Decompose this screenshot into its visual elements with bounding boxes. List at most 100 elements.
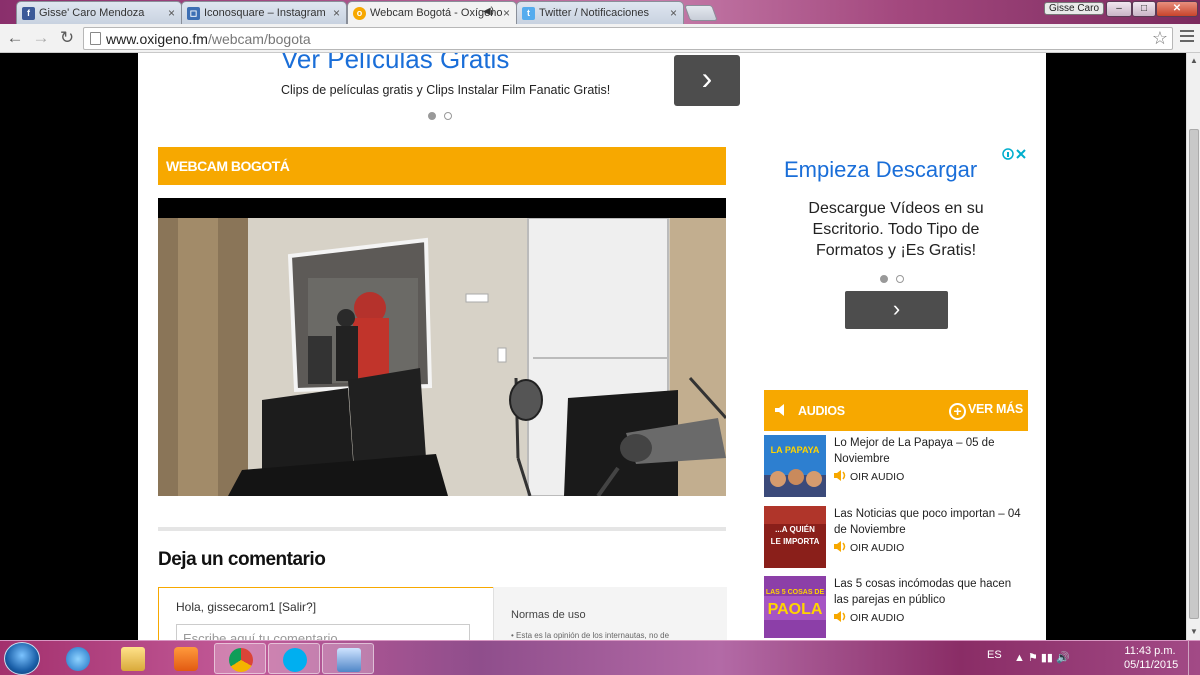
bookmark-star-icon[interactable]: ☆ — [1152, 28, 1168, 49]
audio-title[interactable]: Las Noticias que poco importan – 04 de N… — [834, 506, 1028, 538]
tab-label: Iconosquare – Instagram — [204, 7, 326, 19]
right-ad-pager — [880, 270, 912, 283]
internet-explorer-icon — [66, 647, 90, 671]
maximize-button[interactable]: □ — [1132, 1, 1156, 17]
title-bar: f Gisse' Caro Mendoza × ◻ Iconosquare – … — [0, 0, 1200, 25]
audios-title: AUDIOS — [798, 404, 845, 418]
audio-title[interactable]: Las 5 cosas incómodas que hacen las pare… — [834, 576, 1028, 608]
network-monitor-icon — [337, 648, 361, 672]
audio-item[interactable]: ...A QUIÉN LE IMPORTA Las Noticias que p… — [764, 506, 1028, 568]
svg-text:LA PAPAYA: LA PAPAYA — [771, 445, 820, 455]
top-ad-title[interactable]: Ver Películas Gratis — [281, 53, 509, 75]
speaker-icon: ◀) — [482, 6, 494, 17]
close-tab-icon[interactable]: × — [333, 6, 340, 20]
new-tab-button[interactable] — [684, 5, 718, 21]
start-button[interactable] — [4, 642, 40, 675]
audio-item[interactable]: LA PAPAYA Lo Mejor de La Papaya – 05 de … — [764, 435, 1028, 497]
ad-choices-icon[interactable] — [1002, 147, 1028, 160]
oxigeno-icon: o — [353, 7, 366, 20]
comment-form: Hola, gissecarom1 [Salir?] Escribe aquí … — [158, 587, 727, 640]
media-player-icon — [174, 647, 198, 671]
audio-item[interactable]: LAS 5 COSAS DE PAOLA Las 5 cosas incómod… — [764, 576, 1028, 638]
right-ad-body[interactable]: Descargue Vídeos en su Escritorio. Todo … — [784, 198, 1008, 261]
audio-thumbnail[interactable]: ...A QUIÉN LE IMPORTA — [764, 506, 826, 568]
webcam-video-frame — [158, 217, 726, 496]
webcam-title: WEBCAM BOGOTÁ — [166, 158, 290, 174]
reload-icon[interactable]: ↻ — [56, 28, 78, 50]
right-ad-next-button[interactable]: › — [845, 291, 948, 329]
pager-dot[interactable] — [444, 112, 452, 120]
pager-dot[interactable] — [880, 275, 888, 283]
view-more-label: VER MÁS — [968, 402, 1023, 416]
section-divider — [158, 527, 726, 531]
listen-audio-link[interactable]: OIR AUDIO — [834, 470, 904, 483]
close-tab-icon[interactable]: × — [168, 6, 175, 20]
svg-text:...A QUIÉN: ...A QUIÉN — [775, 525, 815, 534]
tab-webcam-bogota[interactable]: o Webcam Bogotá - Oxígeno ◀) × — [347, 1, 517, 25]
internet-explorer-taskbar-item[interactable] — [52, 643, 104, 674]
skype-icon — [283, 648, 307, 672]
pager-dot[interactable] — [428, 112, 436, 120]
comment-greeting[interactable]: Hola, gissecarom1 [Salir?] — [176, 600, 316, 614]
folder-icon — [121, 647, 145, 671]
speaker-icon — [834, 470, 848, 481]
top-ad-pager — [428, 107, 460, 120]
page-icon — [90, 32, 101, 45]
address-bar[interactable]: www.oxigeno.fm/webcam/bogota ☆ — [83, 27, 1173, 50]
close-window-button[interactable]: ✕ — [1156, 1, 1198, 17]
language-indicator[interactable]: ES — [987, 649, 1002, 661]
file-explorer-taskbar-item[interactable] — [107, 643, 159, 674]
speaker-icon — [834, 611, 848, 622]
system-tray-icons[interactable]: ▲ ⚑ ▮▮ 🔊 — [1014, 651, 1070, 664]
browser-toolbar: ← → ↻ www.oxigeno.fm/webcam/bogota ☆ — [0, 24, 1200, 53]
page-viewport: Ver Películas Gratis Clips de películas … — [0, 53, 1186, 640]
media-player-taskbar-item[interactable] — [160, 643, 212, 674]
windows-taskbar: ES ▲ ⚑ ▮▮ 🔊 11:43 p.m. 05/11/2015 — [0, 640, 1200, 675]
chrome-menu-icon[interactable] — [1180, 30, 1194, 44]
webcam-video-player[interactable] — [158, 198, 726, 496]
twitter-icon: t — [522, 7, 535, 20]
top-ad-subtitle[interactable]: Clips de películas gratis y Clips Instal… — [281, 83, 610, 97]
comment-input[interactable]: Escribe aquí tu comentario — [176, 624, 470, 640]
tab-iconosquare[interactable]: ◻ Iconosquare – Instagram × — [181, 1, 347, 24]
svg-text:LAS 5 COSAS DE: LAS 5 COSAS DE — [766, 589, 825, 596]
url-text[interactable]: www.oxigeno.fm/webcam/bogota — [106, 31, 311, 47]
vertical-scrollbar[interactable]: ▲ ▼ — [1186, 53, 1200, 640]
profile-badge[interactable]: Gisse Caro — [1044, 2, 1105, 15]
top-ad-next-button[interactable]: › — [674, 55, 740, 106]
forward-arrow-icon[interactable]: → — [30, 28, 52, 50]
iconosquare-icon: ◻ — [187, 7, 200, 20]
close-tab-icon[interactable]: × — [503, 6, 510, 20]
clock-date[interactable]: 05/11/2015 — [1124, 659, 1178, 671]
clock-time[interactable]: 11:43 p.m. — [1124, 645, 1176, 657]
skype-taskbar-item[interactable] — [268, 643, 320, 674]
studio-scene-image — [158, 217, 726, 496]
audio-thumbnail[interactable]: LA PAPAYA — [764, 435, 826, 497]
audio-title[interactable]: Lo Mejor de La Papaya – 05 de Noviembre — [834, 435, 1028, 467]
scrollbar-thumb[interactable] — [1189, 129, 1199, 619]
svg-text:LE IMPORTA: LE IMPORTA — [771, 537, 820, 546]
audio-thumbnail[interactable]: LAS 5 COSAS DE PAOLA — [764, 576, 826, 638]
scroll-up-icon[interactable]: ▲ — [1189, 56, 1199, 66]
usage-rules-panel: Normas de uso • Esta es la opinión de lo… — [493, 587, 727, 640]
plus-circle-icon: + — [949, 403, 966, 420]
chrome-taskbar-item[interactable] — [214, 643, 266, 674]
show-desktop-button[interactable] — [1188, 641, 1200, 675]
tab-label: Twitter / Notificaciones — [539, 7, 650, 19]
page-content: Ver Películas Gratis Clips de películas … — [138, 53, 1046, 640]
close-tab-icon[interactable]: × — [670, 6, 677, 20]
listen-audio-link[interactable]: OIR AUDIO — [834, 541, 904, 554]
tab-facebook[interactable]: f Gisse' Caro Mendoza × — [16, 1, 182, 24]
back-arrow-icon[interactable]: ← — [4, 28, 26, 50]
speaker-icon — [774, 403, 788, 417]
chrome-icon — [229, 648, 253, 672]
scroll-down-icon[interactable]: ▼ — [1189, 627, 1199, 637]
right-ad-title[interactable]: Empieza Descargar — [784, 157, 977, 183]
network-app-taskbar-item[interactable] — [322, 643, 374, 674]
view-more-link[interactable]: + VER MÁS — [949, 402, 1023, 420]
pager-dot[interactable] — [896, 275, 904, 283]
listen-audio-link[interactable]: OIR AUDIO — [834, 611, 904, 624]
rules-text: • Esta es la opinión de los internautas,… — [511, 631, 670, 640]
tab-twitter[interactable]: t Twitter / Notificaciones × — [516, 1, 684, 24]
minimize-button[interactable]: – — [1106, 1, 1132, 17]
